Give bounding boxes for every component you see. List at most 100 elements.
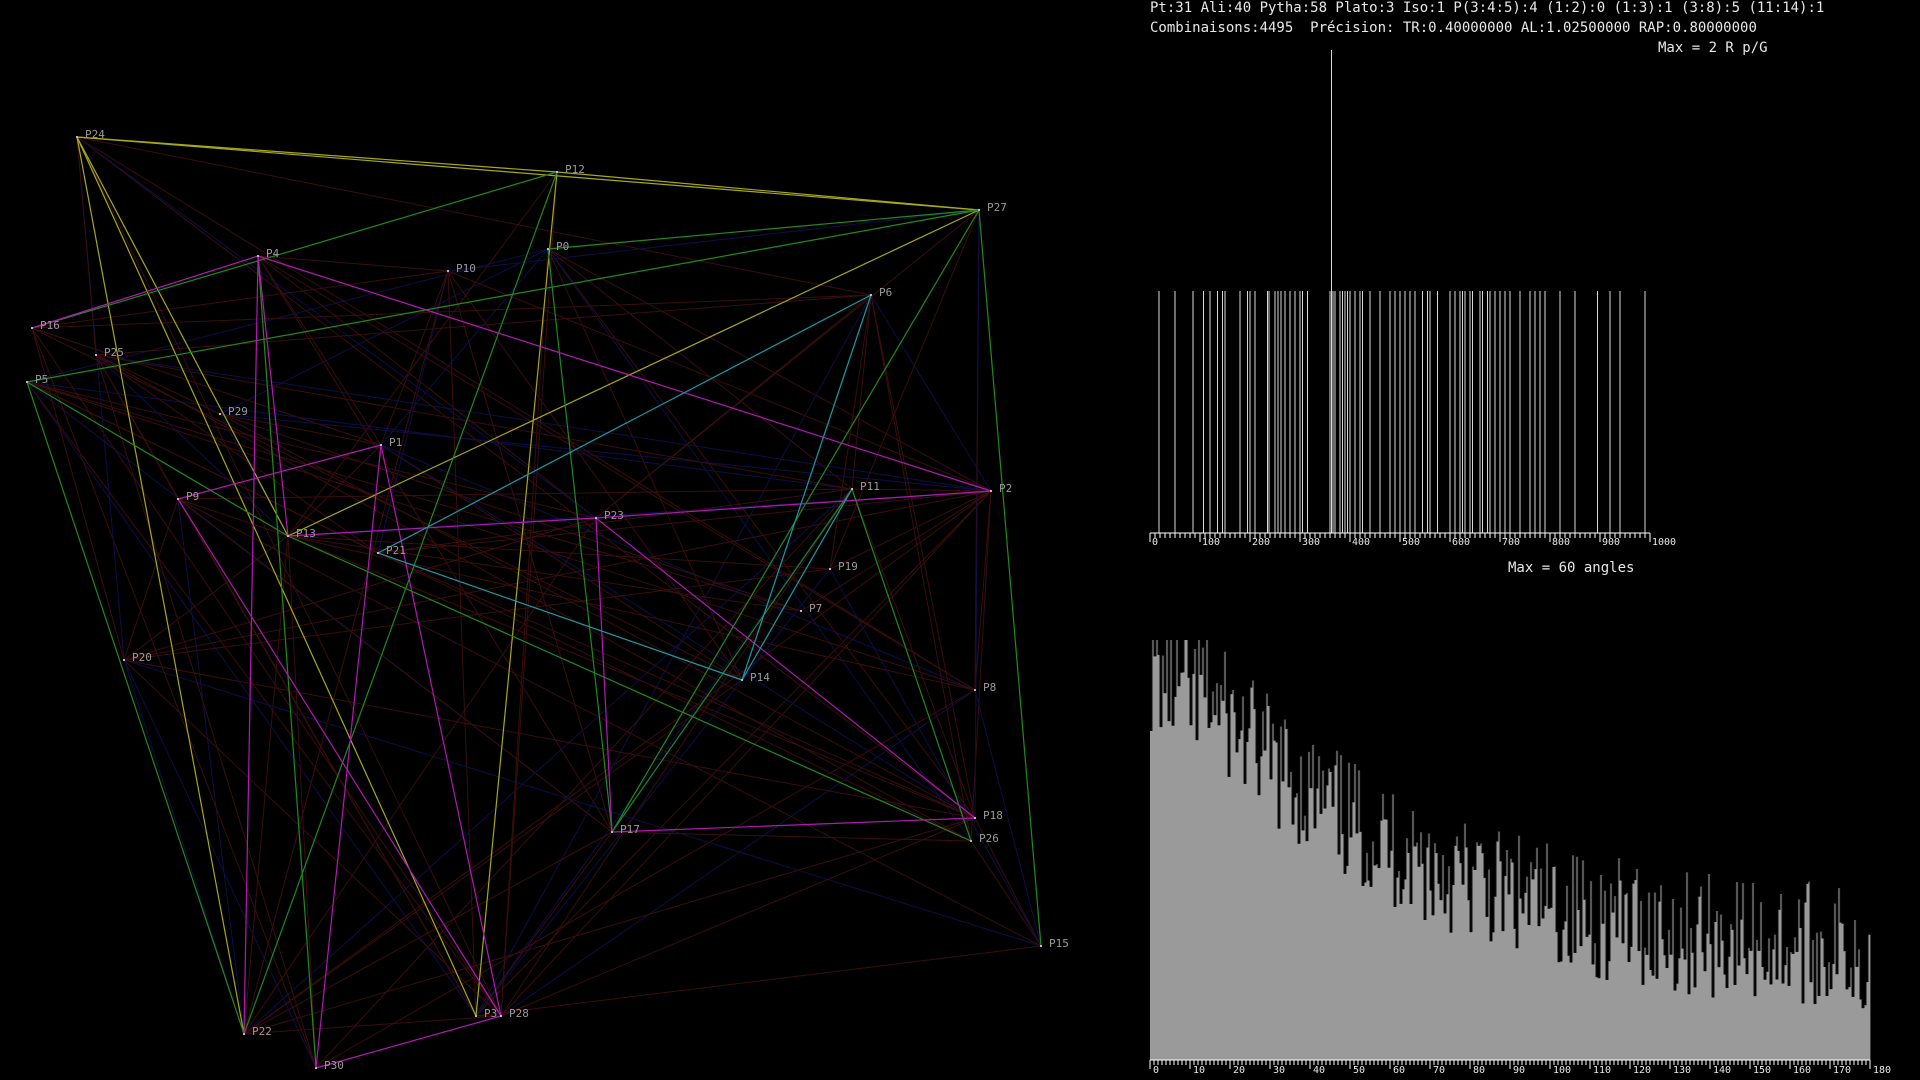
top-hist-tick-label: 200	[1252, 537, 1270, 548]
faint-line	[31, 327, 382, 446]
point-p28	[500, 1015, 502, 1017]
bottom-hist-tick-label: 90	[1513, 1065, 1525, 1076]
bottom-hist-tick-label: 140	[1713, 1065, 1731, 1076]
bottom-hist-tick-label: 0	[1153, 1065, 1159, 1076]
faint-line	[243, 679, 743, 1035]
point-p10	[447, 270, 449, 272]
faint-line	[970, 840, 1042, 947]
faint-line	[447, 270, 743, 681]
faint-line	[829, 209, 980, 570]
bottom-hist-tick-label: 110	[1593, 1065, 1611, 1076]
faint-line	[243, 535, 289, 1035]
faint-line	[547, 248, 976, 819]
bottom-hist-tick-label: 30	[1273, 1065, 1285, 1076]
point-p21	[377, 552, 379, 554]
faint-line	[31, 327, 743, 681]
faint-line	[26, 381, 597, 519]
faint-line	[95, 354, 379, 554]
bottom-histogram-title: Max = 60 angles	[1508, 560, 1635, 576]
top-hist-tick-label: 400	[1352, 537, 1370, 548]
point-p12	[556, 171, 558, 173]
faint-line	[243, 817, 976, 1035]
bottom-hist-tick-label: 150	[1753, 1065, 1771, 1076]
line-P13-P26	[287, 535, 972, 842]
faint-line	[76, 136, 976, 819]
point-label-p16: P16	[40, 319, 60, 332]
point-label-p3: P3	[484, 1007, 497, 1020]
point-p16	[31, 327, 33, 329]
faint-line	[970, 490, 992, 842]
point-label-p14: P14	[750, 671, 770, 684]
point-p11	[851, 488, 853, 490]
bottom-hist-tick-label: 20	[1233, 1065, 1245, 1076]
bottom-hist-tick-label: 180	[1873, 1065, 1891, 1076]
bright-lines-layer	[26, 136, 1042, 1069]
faint-line	[475, 945, 1042, 1017]
point-label-p17: P17	[620, 823, 640, 836]
line-P12-P16	[31, 171, 558, 329]
point-label-p6: P6	[879, 286, 892, 299]
point-label-p23: P23	[604, 509, 624, 522]
faint-line	[287, 171, 558, 537]
top-hist-tick-label: 100	[1202, 537, 1220, 548]
stats-line: Pt:31 Ali:40 Pytha:58 Plato:3 Iso:1 P(3:…	[1150, 0, 1825, 16]
top-histogram: 0 100 200 300 400 500 600 700 800 900 1000	[1149, 50, 1676, 548]
faint-line	[974, 209, 980, 819]
faint-line	[257, 255, 449, 272]
faint-line	[95, 354, 972, 842]
top-hist-tick-label: 1000	[1652, 537, 1676, 548]
bottom-hist-tick-label: 100	[1553, 1065, 1571, 1076]
bottom-hist-tick-label: 160	[1793, 1065, 1811, 1076]
point-label-p25: P25	[104, 346, 124, 359]
bottom-hist-tick-label: 130	[1673, 1065, 1691, 1076]
point-p4	[257, 255, 259, 257]
faint-line	[31, 327, 502, 1017]
bottom-histogram: 0 10 20 30 40 50 60 70 80 90 100 110 120 130 140 150 160…	[1149, 640, 1891, 1076]
point-label-p21: P21	[386, 544, 406, 557]
faint-line	[123, 659, 317, 1069]
top-hist-tick-label: 500	[1402, 537, 1420, 548]
top-hist-tick-label: 700	[1502, 537, 1520, 548]
bottom-hist-tick-label: 120	[1633, 1065, 1651, 1076]
faint-line	[243, 490, 992, 1035]
bottom-hist-tick-label: 80	[1473, 1065, 1485, 1076]
faint-line	[547, 248, 972, 842]
point-label-p30: P30	[324, 1059, 344, 1072]
line-P23-P2	[595, 490, 992, 519]
faint-line	[257, 255, 382, 446]
faint-line	[447, 270, 613, 833]
point-label-p4: P4	[266, 247, 280, 260]
faint-line	[500, 817, 976, 1017]
line-P4-P22	[243, 255, 259, 1035]
point-p29	[219, 413, 221, 415]
line-P24-P27	[76, 136, 980, 211]
point-label-p9: P9	[186, 490, 199, 503]
point-p2	[990, 490, 992, 492]
faint-line	[500, 248, 549, 1017]
top-hist-tick-label: 800	[1552, 537, 1570, 548]
faint-line	[829, 490, 992, 570]
point-p25	[95, 354, 97, 356]
faint-line	[177, 488, 853, 500]
point-label-p12: P12	[565, 163, 585, 176]
faint-line	[500, 488, 853, 1017]
top-hist-tick-label: 0	[1152, 537, 1158, 548]
faint-line	[95, 354, 317, 1069]
faint-line	[95, 294, 872, 356]
point-label-p27: P27	[987, 201, 1007, 214]
faint-line	[257, 255, 613, 833]
point-p13	[287, 535, 289, 537]
faint-line	[475, 488, 853, 1017]
faint-line	[76, 136, 502, 1017]
line-P0-P27	[547, 209, 980, 250]
faint-line	[447, 270, 477, 1017]
point-p14	[741, 679, 743, 681]
faint-line	[243, 488, 853, 1035]
point-label-p29: P29	[228, 405, 248, 418]
faint-line	[380, 270, 449, 446]
faint-line	[475, 831, 613, 1017]
point-p24	[76, 136, 78, 138]
top-hist-tick-label: 300	[1302, 537, 1320, 548]
faint-line	[76, 136, 597, 519]
faint-line	[31, 294, 872, 329]
